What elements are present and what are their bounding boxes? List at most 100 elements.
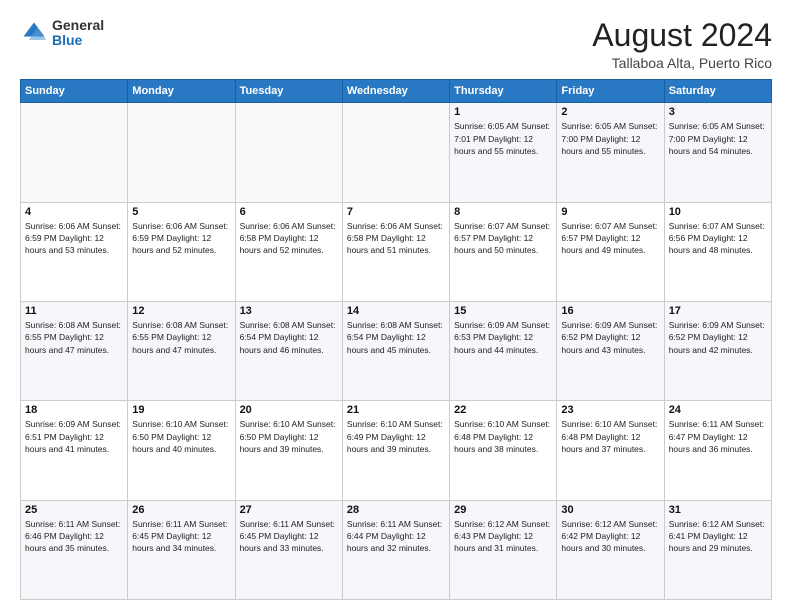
day-info: Sunrise: 6:05 AM Sunset: 7:01 PM Dayligh…	[454, 120, 552, 157]
day-number: 13	[240, 305, 338, 317]
day-info: Sunrise: 6:07 AM Sunset: 6:56 PM Dayligh…	[669, 220, 767, 257]
day-info: Sunrise: 6:06 AM Sunset: 6:58 PM Dayligh…	[240, 220, 338, 257]
day-info: Sunrise: 6:11 AM Sunset: 6:45 PM Dayligh…	[132, 518, 230, 555]
day-info: Sunrise: 6:09 AM Sunset: 6:52 PM Dayligh…	[669, 319, 767, 356]
weekday-header-cell: Monday	[128, 80, 235, 103]
day-number: 4	[25, 206, 123, 218]
calendar-day-cell: 25Sunrise: 6:11 AM Sunset: 6:46 PM Dayli…	[21, 500, 128, 599]
calendar-day-cell: 20 Sunrise: 6:10 AM Sunset: 6:50 PM Dayli…	[235, 401, 342, 500]
calendar-day-cell: 17 Sunrise: 6:09 AM Sunset: 6:52 PM Dayli…	[664, 301, 771, 400]
day-number: 28	[347, 504, 445, 516]
calendar-week-row: 11 Sunrise: 6:08 AM Sunset: 6:55 PM Dayli…	[21, 301, 772, 400]
calendar-day-cell: 27Sunrise: 6:11 AM Sunset: 6:45 PM Dayli…	[235, 500, 342, 599]
header: General Blue August 2024 Tallaboa Alta, …	[20, 18, 772, 71]
calendar-day-cell: 30 Sunrise: 6:12 AM Sunset: 6:42 PM Dayli…	[557, 500, 664, 599]
day-info: Sunrise: 6:11 AM Sunset: 6:45 PM Dayligh…	[240, 518, 338, 555]
page: General Blue August 2024 Tallaboa Alta, …	[0, 0, 792, 612]
day-number: 2	[561, 106, 659, 118]
day-info: Sunrise: 6:08 AM Sunset: 6:54 PM Dayligh…	[240, 319, 338, 356]
calendar-day-cell: 16Sunrise: 6:09 AM Sunset: 6:52 PM Dayli…	[557, 301, 664, 400]
weekday-header-cell: Tuesday	[235, 80, 342, 103]
logo-icon	[20, 19, 48, 47]
day-info: Sunrise: 6:05 AM Sunset: 7:00 PM Dayligh…	[561, 120, 659, 157]
day-info: Sunrise: 6:12 AM Sunset: 6:41 PM Dayligh…	[669, 518, 767, 555]
day-number: 15	[454, 305, 552, 317]
day-number: 9	[561, 206, 659, 218]
calendar-day-cell: 28Sunrise: 6:11 AM Sunset: 6:44 PM Dayli…	[342, 500, 449, 599]
day-info: Sunrise: 6:12 AM Sunset: 6:42 PM Dayligh…	[561, 518, 659, 555]
day-info: Sunrise: 6:11 AM Sunset: 6:47 PM Dayligh…	[669, 418, 767, 455]
calendar-day-cell: 5 Sunrise: 6:06 AM Sunset: 6:59 PM Daylig…	[128, 202, 235, 301]
calendar-week-row: 18Sunrise: 6:09 AM Sunset: 6:51 PM Dayli…	[21, 401, 772, 500]
calendar-day-cell: 11 Sunrise: 6:08 AM Sunset: 6:55 PM Dayli…	[21, 301, 128, 400]
calendar-day-cell: 26 Sunrise: 6:11 AM Sunset: 6:45 PM Dayli…	[128, 500, 235, 599]
calendar-day-cell: 10 Sunrise: 6:07 AM Sunset: 6:56 PM Dayli…	[664, 202, 771, 301]
calendar-week-row: 4 Sunrise: 6:06 AM Sunset: 6:59 PM Daylig…	[21, 202, 772, 301]
calendar-day-cell: 23Sunrise: 6:10 AM Sunset: 6:48 PM Dayli…	[557, 401, 664, 500]
day-info: Sunrise: 6:05 AM Sunset: 7:00 PM Dayligh…	[669, 120, 767, 157]
day-number: 30	[561, 504, 659, 516]
day-number: 16	[561, 305, 659, 317]
calendar-day-cell: 4 Sunrise: 6:06 AM Sunset: 6:59 PM Daylig…	[21, 202, 128, 301]
calendar-day-cell: 2 Sunrise: 6:05 AM Sunset: 7:00 PM Daylig…	[557, 103, 664, 202]
day-number: 20	[240, 404, 338, 416]
calendar-day-cell: 8Sunrise: 6:07 AM Sunset: 6:57 PM Daylig…	[450, 202, 557, 301]
calendar-day-cell: 14 Sunrise: 6:08 AM Sunset: 6:54 PM Dayli…	[342, 301, 449, 400]
day-info: Sunrise: 6:08 AM Sunset: 6:55 PM Dayligh…	[132, 319, 230, 356]
day-number: 3	[669, 106, 767, 118]
weekday-header-cell: Saturday	[664, 80, 771, 103]
calendar-day-cell: 29Sunrise: 6:12 AM Sunset: 6:43 PM Dayli…	[450, 500, 557, 599]
day-number: 17	[669, 305, 767, 317]
day-info: Sunrise: 6:10 AM Sunset: 6:50 PM Dayligh…	[132, 418, 230, 455]
calendar-day-cell: 9 Sunrise: 6:07 AM Sunset: 6:57 PM Daylig…	[557, 202, 664, 301]
day-number: 22	[454, 404, 552, 416]
title-block: August 2024 Tallaboa Alta, Puerto Rico	[592, 18, 772, 71]
day-info: Sunrise: 6:10 AM Sunset: 6:48 PM Dayligh…	[454, 418, 552, 455]
day-number: 29	[454, 504, 552, 516]
calendar-day-cell	[342, 103, 449, 202]
day-number: 19	[132, 404, 230, 416]
calendar-table: SundayMondayTuesdayWednesdayThursdayFrid…	[20, 79, 772, 600]
calendar-day-cell	[235, 103, 342, 202]
calendar-day-cell: 31Sunrise: 6:12 AM Sunset: 6:41 PM Dayli…	[664, 500, 771, 599]
day-number: 5	[132, 206, 230, 218]
day-number: 10	[669, 206, 767, 218]
day-info: Sunrise: 6:07 AM Sunset: 6:57 PM Dayligh…	[561, 220, 659, 257]
day-number: 7	[347, 206, 445, 218]
calendar-day-cell	[128, 103, 235, 202]
calendar-day-cell: 19 Sunrise: 6:10 AM Sunset: 6:50 PM Dayli…	[128, 401, 235, 500]
day-info: Sunrise: 6:09 AM Sunset: 6:53 PM Dayligh…	[454, 319, 552, 356]
day-info: Sunrise: 6:07 AM Sunset: 6:57 PM Dayligh…	[454, 220, 552, 257]
calendar-day-cell: 6 Sunrise: 6:06 AM Sunset: 6:58 PM Daylig…	[235, 202, 342, 301]
day-info: Sunrise: 6:08 AM Sunset: 6:55 PM Dayligh…	[25, 319, 123, 356]
day-number: 24	[669, 404, 767, 416]
weekday-header-cell: Friday	[557, 80, 664, 103]
day-info: Sunrise: 6:06 AM Sunset: 6:59 PM Dayligh…	[25, 220, 123, 257]
day-number: 26	[132, 504, 230, 516]
calendar-week-row: 1Sunrise: 6:05 AM Sunset: 7:01 PM Daylig…	[21, 103, 772, 202]
location-title: Tallaboa Alta, Puerto Rico	[592, 55, 772, 71]
weekday-header-row: SundayMondayTuesdayWednesdayThursdayFrid…	[21, 80, 772, 103]
day-number: 14	[347, 305, 445, 317]
day-number: 11	[25, 305, 123, 317]
calendar-week-row: 25Sunrise: 6:11 AM Sunset: 6:46 PM Dayli…	[21, 500, 772, 599]
calendar-day-cell: 3 Sunrise: 6:05 AM Sunset: 7:00 PM Daylig…	[664, 103, 771, 202]
day-info: Sunrise: 6:06 AM Sunset: 6:59 PM Dayligh…	[132, 220, 230, 257]
calendar-day-cell: 7 Sunrise: 6:06 AM Sunset: 6:58 PM Daylig…	[342, 202, 449, 301]
day-info: Sunrise: 6:11 AM Sunset: 6:46 PM Dayligh…	[25, 518, 123, 555]
day-info: Sunrise: 6:08 AM Sunset: 6:54 PM Dayligh…	[347, 319, 445, 356]
day-number: 21	[347, 404, 445, 416]
calendar-day-cell: 24 Sunrise: 6:11 AM Sunset: 6:47 PM Dayli…	[664, 401, 771, 500]
day-number: 6	[240, 206, 338, 218]
calendar-day-cell: 13 Sunrise: 6:08 AM Sunset: 6:54 PM Dayli…	[235, 301, 342, 400]
calendar-day-cell	[21, 103, 128, 202]
day-number: 12	[132, 305, 230, 317]
calendar-day-cell: 15 Sunrise: 6:09 AM Sunset: 6:53 PM Dayli…	[450, 301, 557, 400]
logo: General Blue	[20, 18, 104, 49]
day-info: Sunrise: 6:06 AM Sunset: 6:58 PM Dayligh…	[347, 220, 445, 257]
weekday-header-cell: Thursday	[450, 80, 557, 103]
day-info: Sunrise: 6:10 AM Sunset: 6:50 PM Dayligh…	[240, 418, 338, 455]
logo-text: General Blue	[52, 18, 104, 49]
calendar-body: 1Sunrise: 6:05 AM Sunset: 7:01 PM Daylig…	[21, 103, 772, 600]
day-number: 18	[25, 404, 123, 416]
